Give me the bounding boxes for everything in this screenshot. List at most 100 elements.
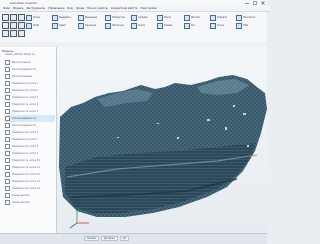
fillet-icon [131,14,137,21]
feature-icon [5,137,10,142]
extrude-icon [52,14,58,21]
tree-item[interactable]: Поверхность сетки 14 [5,185,55,192]
ribbon-button[interactable]: Отверстие [105,14,129,21]
tree-item[interactable]: Поверхность сетки 5 [5,108,55,115]
ribbon-group-pattern: Массив Зеркало Плоскость Ось Точка ПСК [184,14,260,29]
axis-icon [184,22,190,29]
ribbon-button[interactable]: Вращение [78,14,102,21]
feature-icon [5,74,10,79]
ribbon-button[interactable]: Точка [210,22,234,29]
open-icon[interactable] [10,14,17,21]
tree-item[interactable]: Сетка-поверхность [5,122,55,129]
tab-ipt[interactable]: ipt [119,236,129,241]
undo-icon[interactable] [2,22,9,29]
tree-item[interactable]: Сетка-поверхность [5,66,55,73]
feature-icon [5,116,10,121]
feature-icon [5,67,10,72]
sketch-icon [26,14,32,21]
tree-item[interactable]: Поверхность сетки 12 [5,171,55,178]
feature-icon [5,186,10,191]
ribbon-button[interactable]: Массив [184,14,208,21]
ribbon-group-create: Эскиз Выдавить Вращение Лофт Сдвиг Пружи… [26,14,102,29]
measure-icon[interactable] [10,30,17,37]
redo-icon[interactable] [10,22,17,29]
loft-icon [26,22,32,29]
update-icon[interactable] [18,30,25,37]
save-icon[interactable] [18,14,25,21]
feature-icon [5,123,10,128]
tree-item[interactable]: Вид: Основной [5,59,55,66]
menu-collaborate[interactable]: Совместная работа [111,7,138,10]
draft-icon [131,22,137,29]
feature-icon [5,193,10,198]
tree-item[interactable]: Поверхность сетки 2 [5,87,55,94]
document-tabs: Начало Деталь1 ipt [84,236,129,241]
tree-item[interactable]: Поверхность сетки 4 [5,101,55,108]
feature-icon [5,179,10,184]
hole-icon [105,14,111,21]
tree-item-selected[interactable]: Сетка-поверхность [5,115,55,122]
menu-model[interactable]: Модель [13,7,23,10]
ribbon-button[interactable]: Уклон [131,22,155,29]
ribbon-button[interactable]: Фаска [157,14,181,21]
ribbon-button[interactable]: Плоскость [236,14,260,21]
print-icon[interactable] [18,22,25,29]
shell-icon [105,22,111,29]
browser-tree: Вид: Основной Сетка-поверхность Происхож… [5,59,55,206]
tree-item[interactable]: Конец детали [5,192,55,199]
feature-icon [5,102,10,107]
ribbon-button[interactable]: Зеркало [210,14,234,21]
ribbon-button[interactable]: Пружина [78,22,102,29]
tree-item[interactable]: Поверхность сетки 11 [5,164,55,171]
chamfer-icon [157,14,163,21]
tree-item[interactable]: Поверхность сетки 9 [5,150,55,157]
tree-item[interactable]: Конец детали [5,199,55,206]
menu-file[interactable]: Файл [3,7,10,10]
ribbon-button[interactable]: Резьба [157,22,181,29]
menu-environment[interactable]: Среда [76,7,84,10]
tree-item[interactable]: Поверхность сетки 6 [5,129,55,136]
ribbon-group-modify: Отверстие Сопряж. Фаска Оболочка Уклон Р… [105,14,181,29]
tree-item[interactable]: Происхождение [5,73,55,80]
tree-item[interactable]: Поверхность сетки 1 [5,80,55,87]
graphics-viewport[interactable] [57,47,267,233]
ribbon-toolbar: Эскиз Выдавить Вращение Лофт Сдвиг Пружи… [0,12,267,43]
feature-icon [5,130,10,135]
new-icon[interactable] [2,14,9,21]
tree-item[interactable]: Поверхность сетки 13 [5,178,55,185]
tree-item[interactable]: Поверхность сетки 7 [5,136,55,143]
menu-view[interactable]: Вид [67,7,72,10]
status-bar: Начало Деталь1 ipt [0,233,267,244]
ribbon-button[interactable]: Сопряж. [131,14,155,21]
ribbon-button[interactable]: Эскиз [26,14,50,21]
feature-icon [5,151,10,156]
thread-icon [157,22,163,29]
ribbon-button[interactable]: Сдвиг [52,22,76,29]
feature-icon [5,144,10,149]
select-icon[interactable] [2,30,9,37]
menu-manage[interactable]: Управление [48,7,64,10]
menu-tools[interactable]: Инструменты [27,7,46,10]
tree-item[interactable]: Поверхность сетки 10 [5,157,55,164]
menu-addins[interactable]: Надстройки [140,7,156,10]
ribbon-button[interactable]: Выдавить [52,14,76,21]
ribbon-button[interactable]: Оболочка [105,22,129,29]
tab-home[interactable]: Начало [84,236,100,241]
quick-icons-group [2,14,25,37]
menu-getting-started[interactable]: Начало работы [87,7,108,10]
tab-part1[interactable]: Деталь1 [101,236,118,241]
browser-root[interactable]: mesh_surface (Тело 1) [5,53,35,56]
feature-icon [5,158,10,163]
mirror-icon [210,14,216,21]
plane-icon [236,14,242,21]
coil-icon [78,22,84,29]
mesh-model[interactable] [57,47,267,233]
tree-item[interactable]: Поверхность сетки 8 [5,143,55,150]
feature-icon [5,60,10,65]
tree-item[interactable]: Поверхность сетки 3 [5,94,55,101]
revolve-icon [78,14,84,21]
ribbon-button[interactable]: Лофт [26,22,50,29]
ribbon-button[interactable]: Ось [184,22,208,29]
feature-icon [5,95,10,100]
ribbon-button[interactable]: ПСК [236,22,260,29]
